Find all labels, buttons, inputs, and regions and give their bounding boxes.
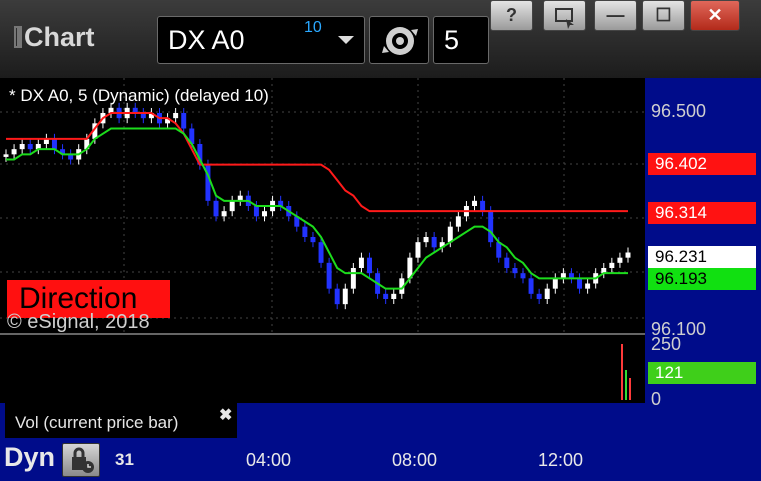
chart-canvas[interactable] xyxy=(0,78,645,403)
candle xyxy=(520,273,526,279)
candle xyxy=(181,113,187,129)
app-title-text: Chart xyxy=(24,22,95,52)
time-label: 08:00 xyxy=(392,450,438,470)
symbol-input[interactable]: DX A0 10 xyxy=(157,16,365,64)
candle xyxy=(496,242,502,258)
lock-button[interactable] xyxy=(62,443,100,477)
time-label: 12:00 xyxy=(538,450,584,470)
candle xyxy=(302,226,308,237)
candle xyxy=(3,154,9,157)
candle xyxy=(536,293,542,299)
app-title: Chart xyxy=(14,22,95,53)
candle xyxy=(512,268,518,274)
chevron-down-icon[interactable] xyxy=(338,36,354,44)
candle xyxy=(221,211,227,217)
volume-axis-label: 250 xyxy=(651,334,682,354)
chart-label: * DX A0, 5 (Dynamic) (delayed 10) xyxy=(9,86,269,105)
candle xyxy=(617,257,623,263)
candle xyxy=(544,288,550,299)
volume-label: Vol (current price bar) xyxy=(15,413,179,432)
mode-label: Dyn xyxy=(4,442,56,472)
volume-bar xyxy=(621,344,623,400)
volume-bars xyxy=(621,344,631,400)
candle xyxy=(609,262,615,268)
candle xyxy=(358,257,364,268)
candle xyxy=(577,278,583,289)
candle xyxy=(552,278,558,289)
date-label: 31 xyxy=(115,450,134,469)
minimize-button[interactable]: — xyxy=(594,0,637,31)
candle xyxy=(213,200,219,217)
candle xyxy=(310,237,316,243)
candle xyxy=(504,257,510,268)
candle xyxy=(391,293,397,299)
volume-tag: 121 xyxy=(648,362,756,384)
price-axis-label: 96.500 xyxy=(651,101,707,121)
copyright-text: © eSignal, 2018 xyxy=(7,311,150,333)
window-options-icon xyxy=(555,8,574,29)
candle xyxy=(423,237,429,243)
price-tag: 96.402 xyxy=(648,153,756,175)
candle xyxy=(472,200,478,206)
symbol-delay-badge: 10 xyxy=(304,19,322,36)
candle xyxy=(19,144,25,150)
volume-bar xyxy=(629,378,631,400)
candle xyxy=(585,283,591,289)
options-button[interactable] xyxy=(543,0,586,31)
candle xyxy=(383,293,389,299)
candle xyxy=(51,138,57,150)
interval-input[interactable]: 5 xyxy=(433,16,489,64)
candle xyxy=(342,288,348,305)
title-bar: Chart DX A0 10 5 ? — ☐ ✕ xyxy=(0,0,761,78)
green-trend-line xyxy=(6,127,628,290)
candle xyxy=(318,242,324,263)
close-study-icon[interactable]: ✖ xyxy=(219,405,232,425)
time-label: 04:00 xyxy=(246,450,292,470)
price-tag: 96.231 xyxy=(648,246,756,268)
candle xyxy=(431,237,437,248)
refresh-icon xyxy=(382,27,418,55)
volume-axis-label: 0 xyxy=(651,389,662,409)
lock-icon xyxy=(72,447,94,473)
help-button[interactable]: ? xyxy=(490,0,533,31)
candle xyxy=(27,144,33,150)
maximize-button[interactable]: ☐ xyxy=(642,0,685,31)
candle xyxy=(455,216,461,227)
candles xyxy=(3,102,631,310)
candle xyxy=(415,242,421,258)
candle xyxy=(173,113,179,119)
candle xyxy=(488,211,494,243)
candle xyxy=(334,288,340,305)
volume-bar xyxy=(625,370,627,400)
refresh-button[interactable] xyxy=(369,16,429,64)
symbol-text: DX A0 xyxy=(168,25,245,55)
candle xyxy=(480,200,486,212)
interval-text: 5 xyxy=(444,25,460,55)
drag-grip-icon[interactable] xyxy=(14,26,22,48)
candle xyxy=(625,252,631,258)
volume-study-label: Vol (current price bar) ✖ xyxy=(5,403,237,438)
red-trend-line xyxy=(6,112,628,213)
candle xyxy=(350,268,356,289)
close-button[interactable]: ✕ xyxy=(690,0,740,31)
candle xyxy=(262,211,267,217)
price-tag: 96.193 xyxy=(648,268,756,290)
candle xyxy=(229,200,235,212)
candle xyxy=(367,257,372,274)
price-tag: 96.314 xyxy=(648,202,756,224)
candle xyxy=(253,206,259,217)
candle xyxy=(326,262,332,289)
candle xyxy=(447,226,453,243)
candle xyxy=(11,149,17,155)
candle xyxy=(528,278,534,294)
